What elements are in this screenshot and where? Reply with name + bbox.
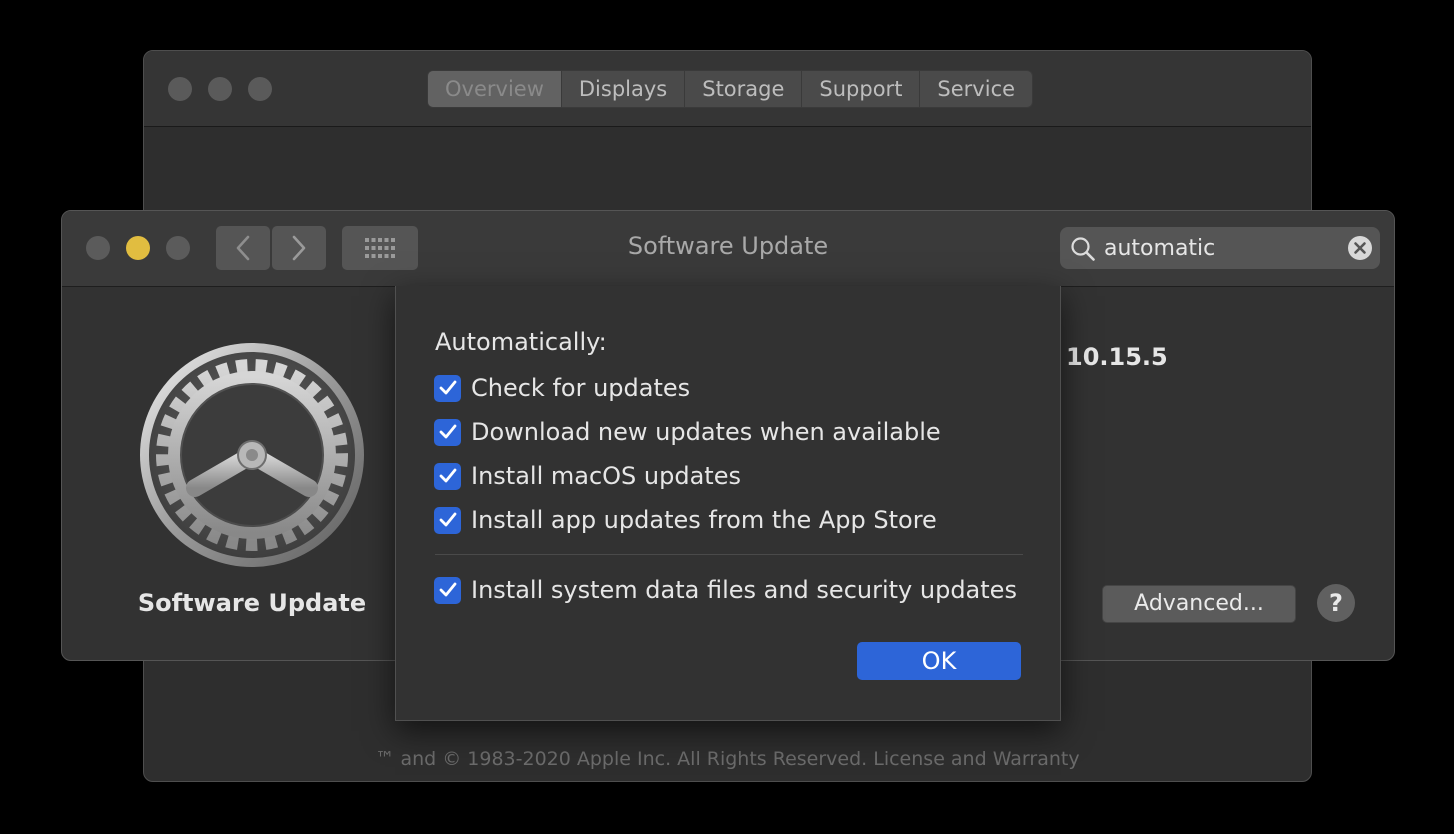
tab-displays[interactable]: Displays — [560, 71, 684, 107]
macos-version: 10.15.5 — [1066, 343, 1168, 371]
option-download-updates[interactable]: Download new updates when available — [434, 417, 941, 447]
checkbox[interactable] — [434, 374, 461, 402]
gear-icon — [140, 343, 364, 567]
automatic-updates-sheet: Automatically: Check for updates Downloa… — [395, 286, 1061, 721]
checkmark-icon — [439, 512, 456, 527]
checkmark-icon — [439, 380, 456, 395]
copyright-text: ™ and © 1983-2020 Apple Inc. All Rights … — [375, 748, 1080, 770]
option-install-system-data-files[interactable]: Install system data files and security u… — [434, 575, 1017, 605]
checkmark-icon — [439, 582, 456, 597]
option-install-macos-updates[interactable]: Install macOS updates — [434, 461, 741, 491]
software-update-titlebar: Software Update — [62, 211, 1394, 287]
advanced-button[interactable]: Advanced... — [1102, 585, 1296, 623]
search-input[interactable] — [1104, 227, 1334, 269]
app-name-label: Software Update — [137, 589, 367, 617]
tab-storage[interactable]: Storage — [684, 71, 801, 107]
software-update-app-icon — [138, 341, 366, 569]
checkbox[interactable] — [434, 506, 461, 534]
help-button[interactable]: ? — [1317, 584, 1355, 622]
checkbox[interactable] — [434, 418, 461, 446]
about-zoom-button[interactable] — [248, 77, 272, 101]
option-check-for-updates[interactable]: Check for updates — [434, 373, 690, 403]
about-minimize-button[interactable] — [208, 77, 232, 101]
about-titlebar: Overview Displays Storage Support Servic… — [144, 51, 1311, 127]
option-label: Install macOS updates — [471, 462, 741, 490]
checkmark-icon — [439, 424, 456, 439]
tab-support[interactable]: Support — [801, 71, 919, 107]
search-icon — [1071, 237, 1095, 261]
tab-overview[interactable]: Overview — [428, 71, 561, 107]
option-install-app-updates[interactable]: Install app updates from the App Store — [434, 505, 937, 535]
checkbox[interactable] — [434, 576, 461, 604]
search-field[interactable] — [1060, 227, 1380, 269]
checkbox[interactable] — [434, 462, 461, 490]
sheet-divider — [435, 554, 1023, 555]
option-label: Check for updates — [471, 374, 691, 402]
option-label: Download new updates when available — [471, 418, 941, 446]
about-close-button[interactable] — [168, 77, 192, 101]
option-label: Install app updates from the App Store — [471, 506, 937, 534]
about-tab-bar: Overview Displays Storage Support Servic… — [427, 70, 1034, 108]
option-label: Install system data files and security u… — [471, 576, 1017, 604]
ok-button[interactable]: OK — [857, 642, 1021, 680]
tab-service[interactable]: Service — [919, 71, 1032, 107]
checkmark-icon — [439, 468, 456, 483]
clear-search-icon[interactable] — [1347, 235, 1373, 261]
sheet-heading: Automatically: — [435, 328, 607, 356]
